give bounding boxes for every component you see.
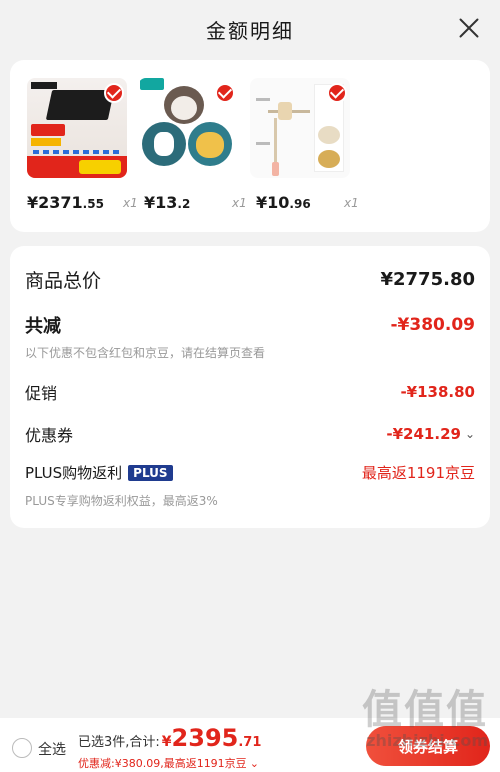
check-icon[interactable] — [215, 83, 235, 103]
checkout-button[interactable]: 领券结算 — [366, 726, 490, 766]
promo-row: 促销 -¥138.80 — [25, 380, 475, 404]
discount-value: -¥380.09 — [390, 315, 476, 335]
plus-row: PLUS购物返利 PLUS 最高返1191京豆 — [25, 462, 475, 483]
promo-label: 促销 — [25, 384, 58, 403]
total-label: 商品总价 — [25, 270, 102, 292]
sum-integer: 2395 — [171, 724, 239, 752]
product-qty: x1 — [344, 196, 359, 210]
promo-value: -¥138.80 — [400, 383, 475, 401]
selected-count: 已选3件,合计: — [78, 735, 160, 750]
coupon-label: 优惠券 — [25, 426, 74, 445]
coupon-value: -¥241.29 — [386, 425, 461, 443]
discount-summary[interactable]: 优惠减:¥380.09,最高返1191京豆 ⌄ — [78, 755, 259, 771]
sum-currency: ¥ — [161, 734, 172, 750]
product-qty: x1 — [232, 196, 247, 210]
sum-decimal: .71 — [238, 735, 262, 750]
page-title: 金额明细 — [206, 18, 294, 43]
chevron-down-icon[interactable]: ⌄ — [465, 427, 475, 441]
product-item[interactable]: ¥10.96 x1 — [250, 78, 359, 212]
plus-note: PLUS专享购物返利权益，最高返3% — [25, 494, 218, 508]
coupon-row[interactable]: 优惠券 -¥241.29 ⌄ — [25, 422, 475, 446]
select-all-label[interactable]: 全选 — [38, 739, 66, 759]
plus-badge: PLUS — [128, 464, 173, 481]
check-icon[interactable] — [104, 83, 124, 103]
product-item[interactable]: ¥13.2 x1 — [138, 78, 247, 212]
summary-line: 已选3件,合计: ¥ 2395 .71 — [78, 724, 261, 752]
select-all-radio-icon[interactable] — [12, 738, 32, 758]
product-image-range-hood[interactable] — [27, 78, 127, 178]
product-item[interactable]: ¥2371.55 x1 — [27, 78, 138, 212]
total-row: 商品总价 ¥2775.80 — [25, 266, 475, 293]
products-card: ¥2371.55 x1 ¥13.2 x1 ¥10.96 x1 — [10, 60, 490, 232]
product-image-cloths[interactable] — [138, 78, 238, 178]
discount-summary-text: 优惠减:¥380.09,最高返1191京豆 — [78, 757, 247, 770]
header: 金额明细 — [0, 0, 500, 58]
discount-note: 以下优惠不包含红包和京豆，请在结算页查看 — [25, 346, 266, 360]
coupon-value-wrap[interactable]: -¥241.29 ⌄ — [386, 425, 475, 443]
plus-value: 最高返1191京豆 — [361, 464, 475, 482]
product-qty: x1 — [123, 196, 138, 210]
discount-row: 共减 -¥380.09 — [25, 312, 475, 338]
product-image-brush[interactable] — [250, 78, 350, 178]
chevron-down-icon[interactable]: ⌄ — [250, 757, 259, 770]
amount-detail-card: 商品总价 ¥2775.80 共减 -¥380.09 以下优惠不包含红包和京豆，请… — [10, 246, 490, 528]
check-icon[interactable] — [327, 83, 347, 103]
plus-label-wrap: PLUS购物返利 PLUS — [25, 462, 173, 483]
discount-label: 共减 — [25, 316, 61, 337]
bottom-bar: 全选 已选3件,合计: ¥ 2395 .71 优惠减:¥380.09,最高返11… — [0, 718, 500, 772]
plus-label: PLUS购物返利 — [25, 464, 123, 482]
total-value: ¥2775.80 — [380, 269, 475, 290]
close-icon[interactable] — [458, 17, 480, 39]
